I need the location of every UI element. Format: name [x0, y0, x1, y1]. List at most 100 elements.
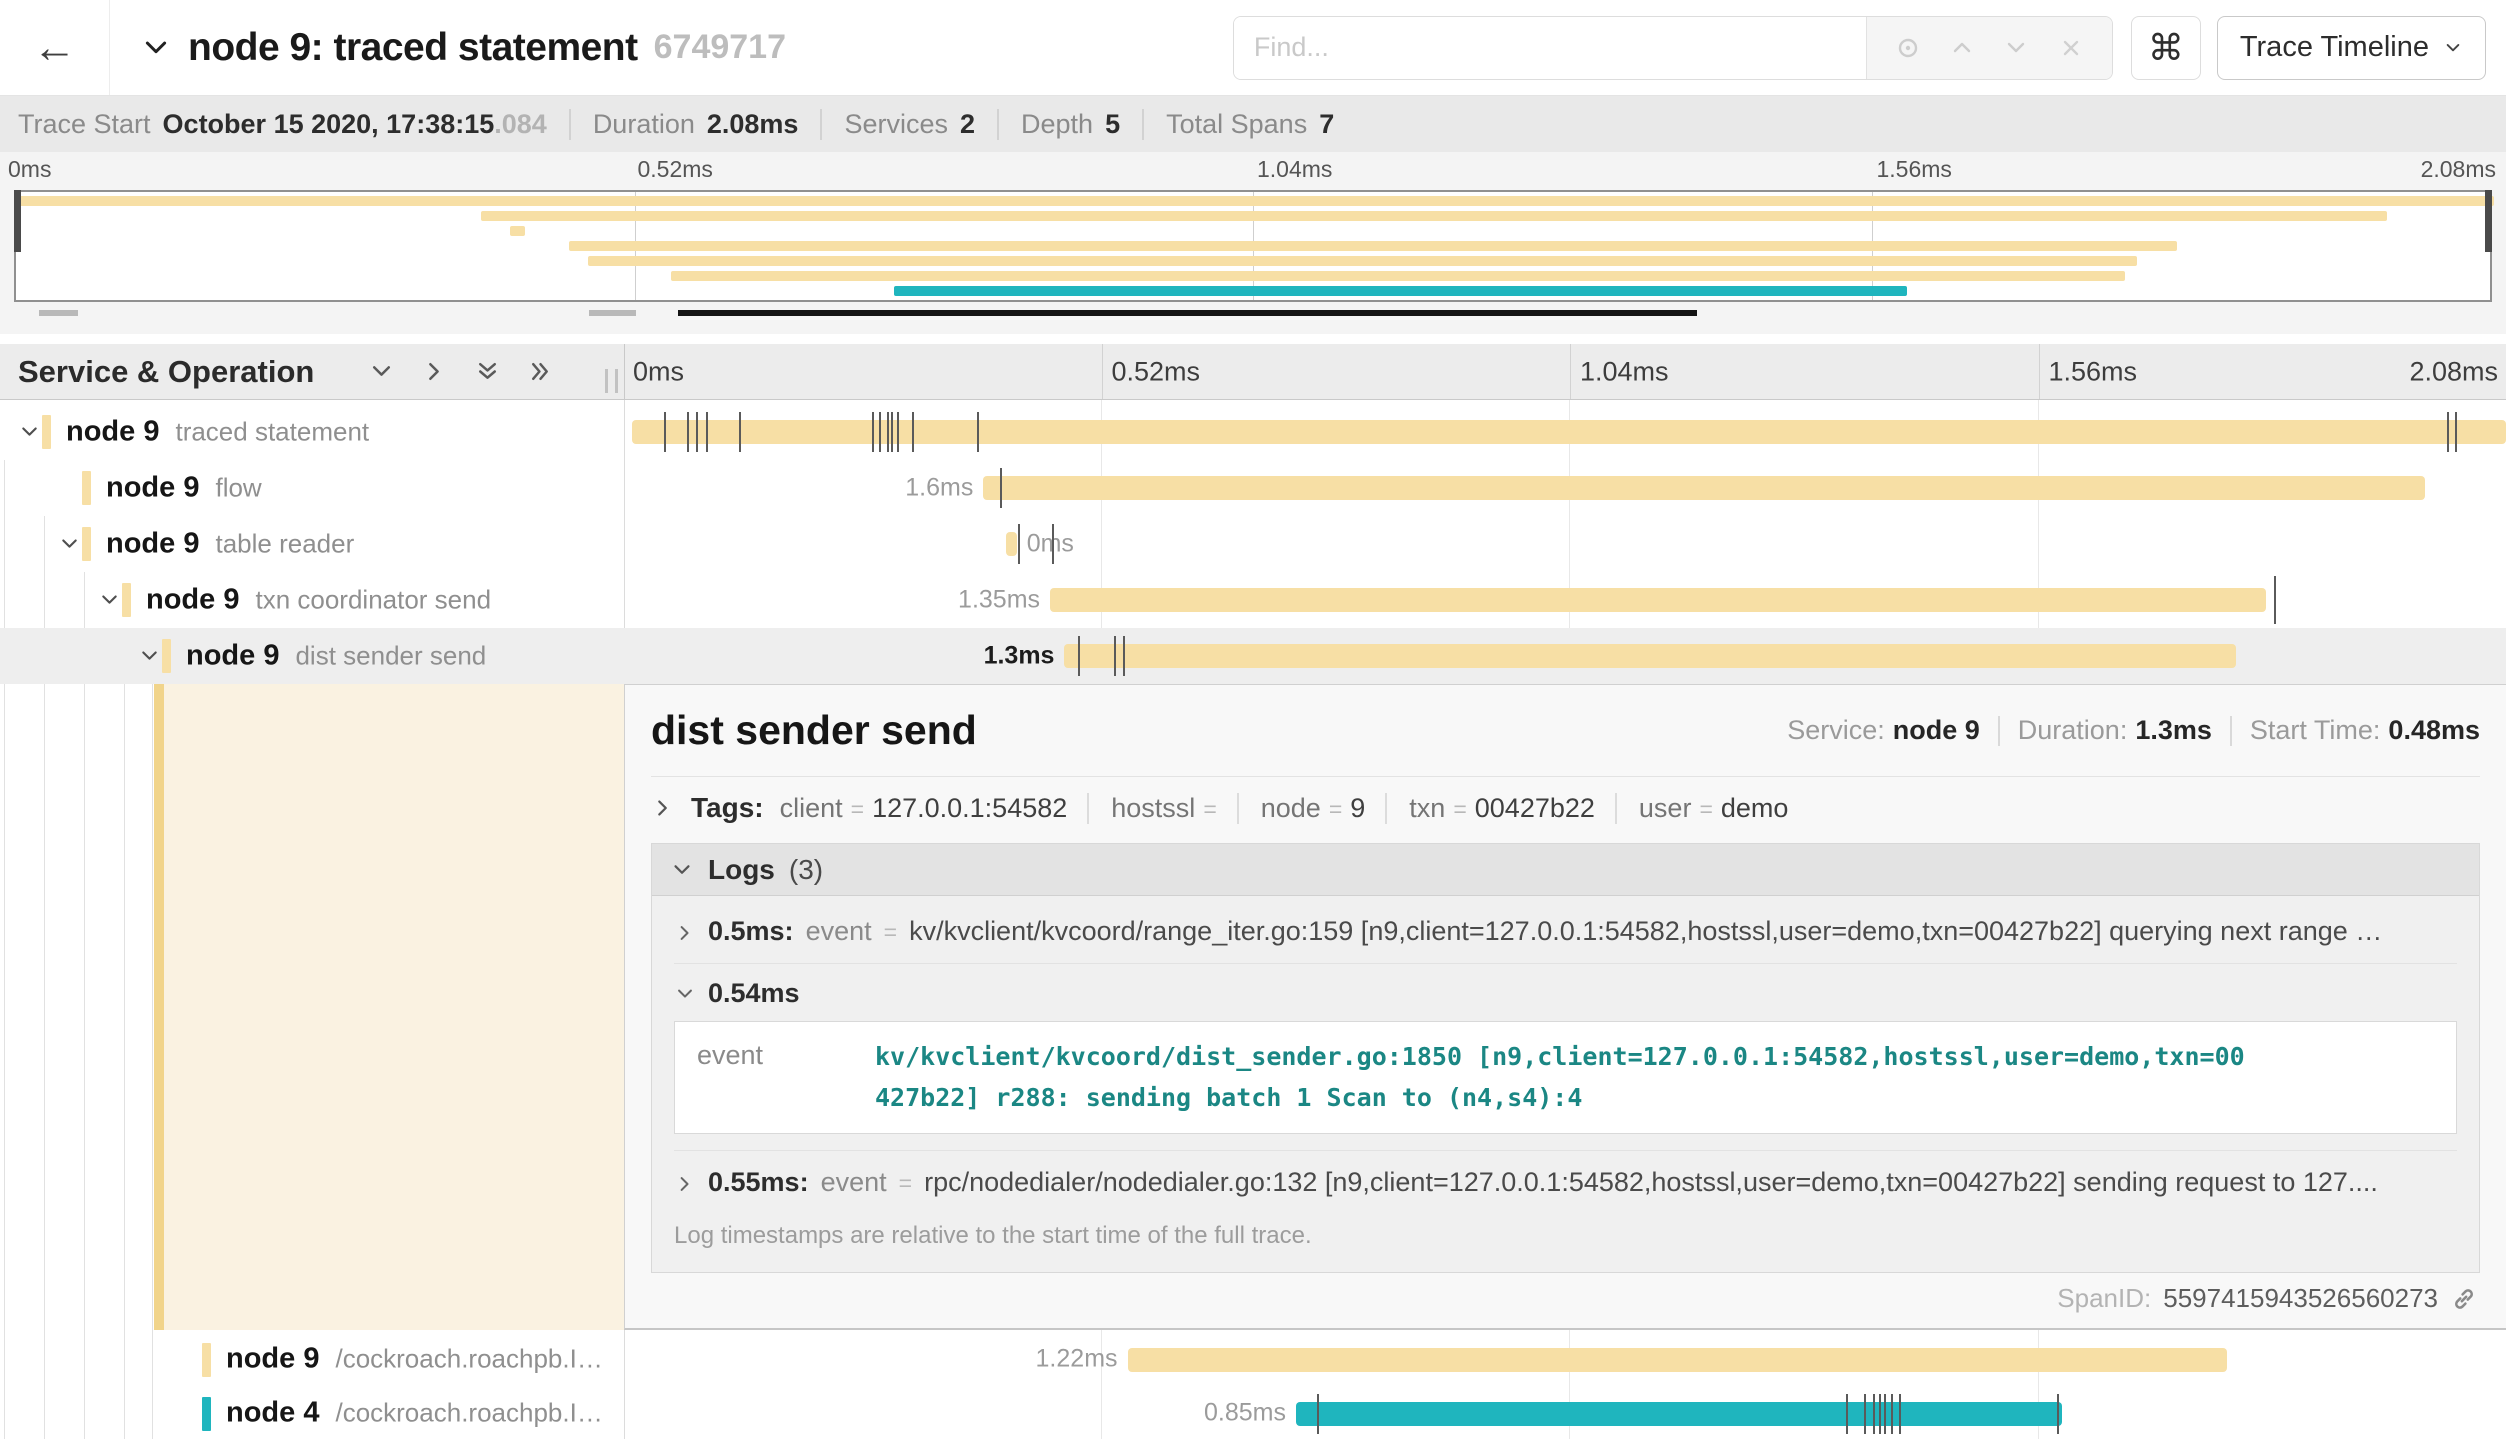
expand-chevron-icon[interactable]	[98, 589, 121, 612]
tag-item[interactable]: txn=00427b22	[1385, 793, 1595, 824]
span-operation-name: traced statement	[175, 417, 369, 447]
log-equals: =	[884, 919, 897, 946]
span-bar-cell[interactable]: 0ms	[624, 516, 2506, 572]
span-id-value: 5597415943526560273	[2163, 1283, 2438, 1314]
span-row: node 9dist sender send 1.3ms	[0, 628, 2506, 684]
trace-view-dropdown[interactable]: Trace Timeline	[2217, 16, 2486, 80]
span-name-cell[interactable]: node 9txn coordinator send	[0, 572, 624, 628]
span-color-bar	[162, 639, 171, 673]
trace-stat-label: Duration	[593, 109, 695, 140]
span-name-cell[interactable]: node 9traced statement	[0, 404, 624, 460]
span-duration-bar[interactable]	[1006, 532, 1017, 556]
collapse-all-icon[interactable]	[474, 358, 501, 385]
match-highlight-icon[interactable]	[1895, 35, 1921, 61]
log-entry[interactable]: 0.5ms:event=kv/kvclient/kvcoord/range_it…	[674, 900, 2457, 963]
tag-item[interactable]: node=9	[1237, 793, 1366, 824]
duration-label: Duration:	[2018, 715, 2128, 746]
tags-row[interactable]: Tags: client=127.0.0.1:54582 hostssl = node…	[651, 777, 2480, 839]
tag-key: hostssl	[1111, 793, 1195, 824]
span-duration-label: 0ms	[1027, 530, 1074, 559]
span-operation-name: table reader	[215, 529, 354, 559]
minimap-axis-label: 0.52ms	[638, 156, 713, 183]
minimap-span-bar	[16, 196, 2494, 206]
span-duration-bar[interactable]	[1050, 588, 2266, 612]
viewport-drag-handle-left[interactable]	[14, 190, 21, 252]
tag-item[interactable]: user=demo	[1615, 793, 1789, 824]
span-name-cell[interactable]: node 9dist sender send	[0, 628, 624, 684]
span-duration-label: 1.3ms	[984, 642, 1055, 671]
span-duration-label: 0.85ms	[1204, 1399, 1286, 1428]
log-marker-tick	[897, 412, 899, 452]
clear-search-icon[interactable]	[2058, 35, 2084, 61]
collapse-one-icon[interactable]	[368, 358, 395, 385]
minimap-axis-label: 0ms	[8, 156, 51, 183]
tag-item[interactable]: client=127.0.0.1:54582	[780, 793, 1068, 824]
logs-list: 0.5ms:event=kv/kvclient/kvcoord/range_it…	[652, 896, 2479, 1272]
log-marker-tick	[687, 412, 689, 452]
span-operation-name: /cockroach.roachpb.I…	[335, 1398, 602, 1428]
prev-result-icon[interactable]	[1949, 35, 1975, 61]
back-button[interactable]: ←	[0, 0, 110, 95]
span-name-cell[interactable]: node 9flow	[0, 460, 624, 516]
trace-stat-value: 2.08ms	[707, 109, 799, 140]
minimap-scroll-segment[interactable]	[39, 310, 79, 316]
next-result-icon[interactable]	[2003, 35, 2029, 61]
find-input[interactable]	[1234, 17, 1866, 79]
minimap-axis-label: 1.56ms	[1877, 156, 1952, 183]
span-duration-bar[interactable]	[1064, 644, 2235, 668]
viewport-drag-handle-right[interactable]	[2485, 190, 2492, 252]
minimap-scrollbar[interactable]	[14, 310, 2492, 316]
span-bar-cell[interactable]: 1.3ms	[624, 628, 2506, 684]
span-duration-bar[interactable]	[1128, 1348, 2227, 1372]
tag-equals: =	[1203, 796, 1216, 823]
minimap-canvas[interactable]	[14, 190, 2492, 302]
log-entry-expanded-header[interactable]: 0.54ms	[674, 963, 2457, 1017]
divider	[1998, 716, 2000, 746]
tags-label: Tags:	[691, 792, 764, 824]
tag-item[interactable]: hostssl =	[1087, 793, 1216, 824]
span-bar-cell[interactable]: 0.85ms	[624, 1386, 2506, 1439]
expand-all-icon[interactable]	[527, 358, 554, 385]
column-resize-handle[interactable]	[605, 369, 618, 393]
command-icon: ⌘	[2148, 27, 2184, 69]
span-bar-cell[interactable]: 1.6ms	[624, 460, 2506, 516]
span-service-name: node 9	[146, 584, 239, 616]
trace-stat-label: Total Spans	[1166, 109, 1307, 140]
timeline-header-gridline	[1570, 344, 1571, 399]
log-marker-tick	[2057, 1394, 2059, 1434]
span-name-cell[interactable]: node 9/cockroach.roachpb.I…	[0, 1332, 624, 1386]
log-timestamp: 0.5ms:	[708, 916, 794, 947]
span-service-name: node 9	[106, 472, 199, 504]
expand-one-icon[interactable]	[421, 358, 448, 385]
minimap-scroll-segment[interactable]	[678, 310, 1696, 316]
log-entry[interactable]: 0.55ms:event=rpc/nodedialer/nodedialer.g…	[674, 1150, 2457, 1214]
log-marker-tick	[706, 412, 708, 452]
tree-guide-line	[152, 684, 153, 1439]
log-timestamp: 0.54ms	[708, 978, 800, 1009]
span-row: node 9/cockroach.roachpb.I…1.22ms	[0, 1332, 2506, 1386]
logs-header[interactable]: Logs (3)	[652, 844, 2479, 896]
span-row: node 9table reader 0ms	[0, 516, 2506, 572]
expand-chevron-icon[interactable]	[58, 533, 81, 556]
span-bar-cell[interactable]: 1.22ms	[624, 1332, 2506, 1386]
log-marker-tick	[887, 412, 889, 452]
collapse-logs-chevron-icon	[670, 858, 694, 882]
collapse-trace-chevron-icon[interactable]	[140, 32, 172, 64]
span-bar-cell[interactable]	[624, 404, 2506, 460]
span-name-cell[interactable]: node 4/cockroach.roachpb.I…	[0, 1386, 624, 1439]
span-name-cell[interactable]: node 9table reader	[0, 516, 624, 572]
span-name-text: node 9table reader	[106, 528, 354, 561]
expand-chevron-icon[interactable]	[18, 421, 41, 444]
copy-link-icon[interactable]	[2450, 1285, 2478, 1313]
span-bar-cell[interactable]: 1.35ms	[624, 572, 2506, 628]
keyboard-shortcuts-button[interactable]: ⌘	[2131, 16, 2201, 80]
span-duration-bar[interactable]	[1296, 1402, 2062, 1426]
log-marker-tick	[879, 412, 881, 452]
log-marker-tick	[1114, 636, 1116, 676]
span-duration-bar[interactable]	[983, 476, 2425, 500]
expand-chevron-icon[interactable]	[138, 645, 161, 668]
service-operation-header-cell: Service & Operation	[0, 344, 624, 399]
minimap-scroll-segment[interactable]	[589, 310, 636, 316]
log-marker-tick	[1018, 524, 1020, 564]
span-color-bar	[82, 471, 91, 505]
